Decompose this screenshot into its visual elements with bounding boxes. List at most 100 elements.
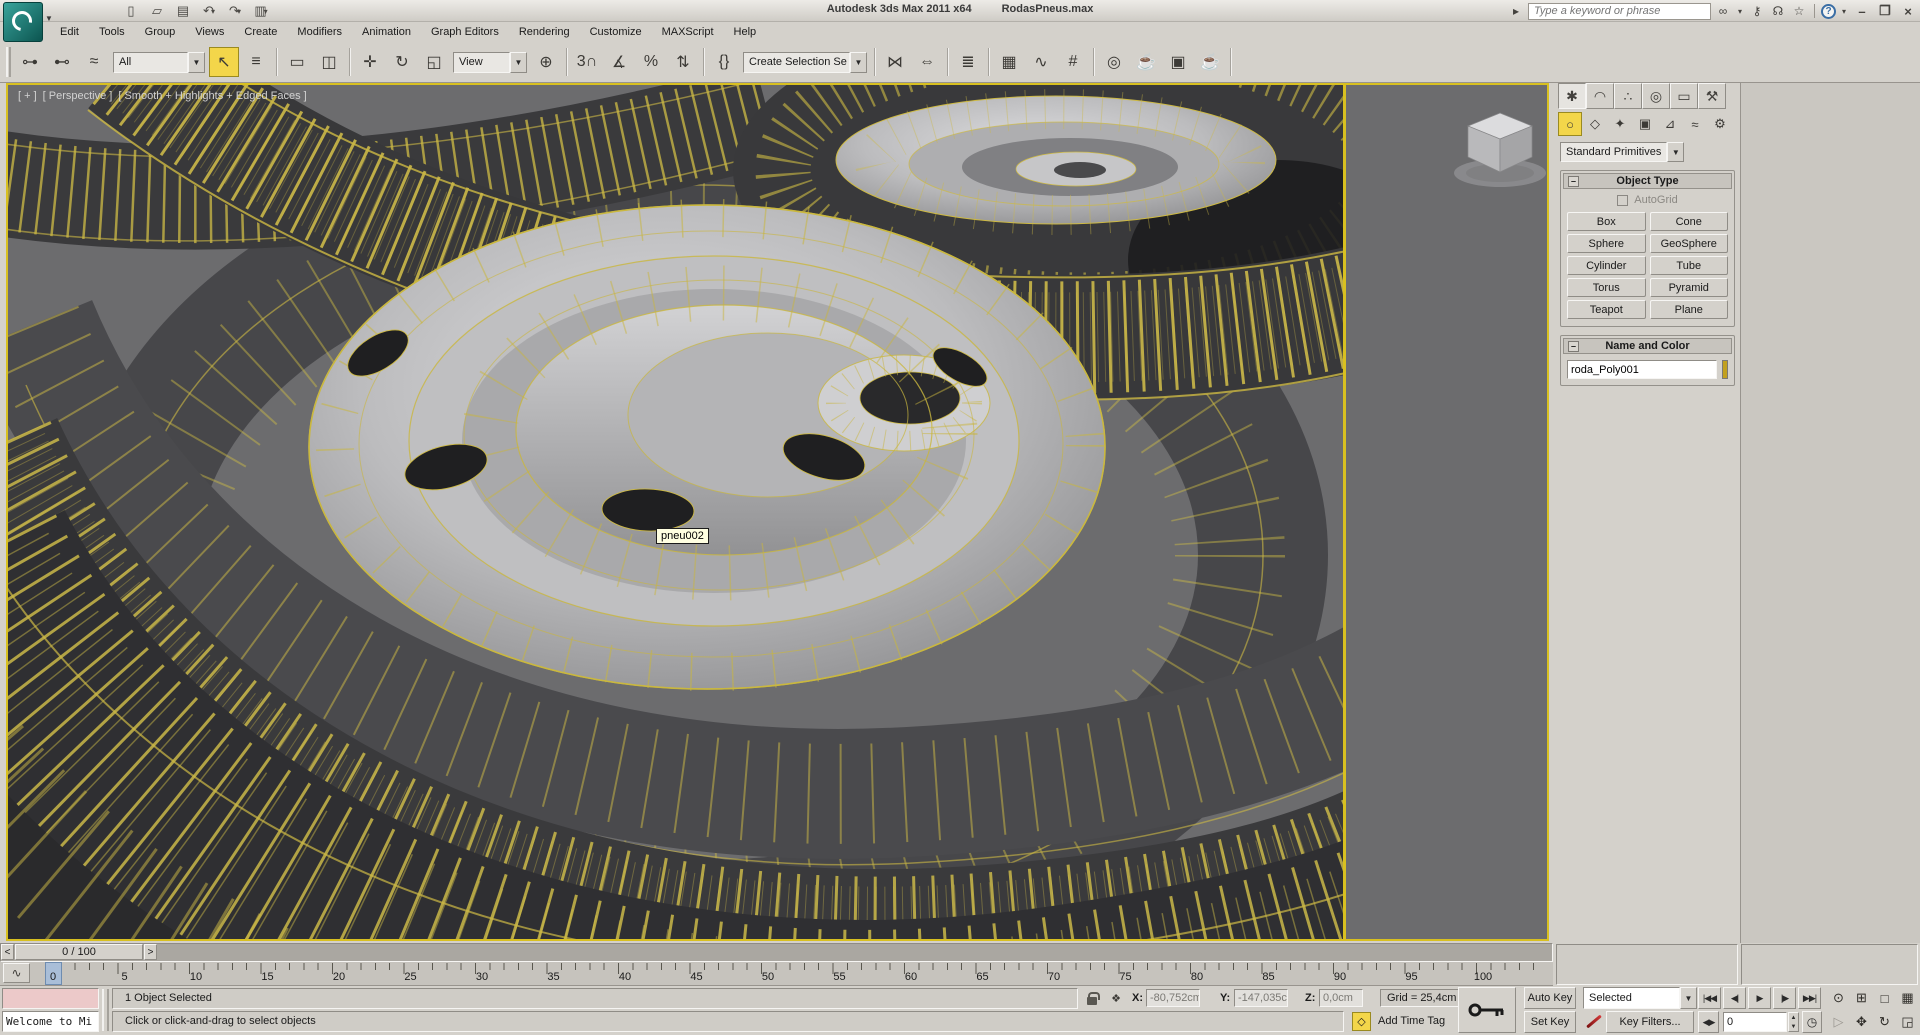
redo-icon[interactable]: ↷ ▾ (224, 1, 246, 21)
select-object-icon[interactable]: ↖ (209, 47, 239, 77)
search-caret-icon[interactable]: ▾ (1735, 2, 1745, 20)
tab-hierarchy[interactable]: ∴ (1614, 83, 1642, 109)
angle-snap-toggle-icon[interactable]: ∡ (604, 47, 634, 77)
snap-toggle-3d-icon[interactable]: 3∩ (572, 47, 602, 77)
logo-caret-icon[interactable]: ▼ (45, 14, 53, 23)
x-coordinate-field[interactable]: -80,752cm (1146, 989, 1200, 1007)
menu-item-animation[interactable]: Animation (352, 22, 421, 42)
curve-editor-icon[interactable]: ∿ (1026, 47, 1056, 77)
search-input[interactable] (1528, 2, 1711, 20)
tab-create[interactable]: ✱ (1558, 83, 1586, 109)
selection-set-dropdown[interactable]: Selected ▼ (1583, 987, 1697, 1009)
previous-frame-arrow[interactable]: < (1, 944, 14, 960)
minimize-button[interactable]: – (1852, 2, 1872, 20)
menu-item-create[interactable]: Create (234, 22, 287, 42)
render-setup-icon[interactable]: ☕ (1131, 47, 1161, 77)
select-and-rotate-icon[interactable]: ↻ (387, 47, 417, 77)
use-pivot-point-center-icon[interactable]: ⊕ (531, 47, 561, 77)
help-icon[interactable]: ? (1821, 3, 1836, 19)
previous-frame-button[interactable]: ◀| (1723, 987, 1746, 1009)
z-coordinate-field[interactable]: 0,0cm (1319, 989, 1363, 1007)
shapes-icon[interactable]: ◇ (1583, 112, 1607, 136)
object-type-rollout-header[interactable]: – Object Type (1563, 173, 1732, 189)
rendered-frame-window-icon[interactable]: ▣ (1163, 47, 1193, 77)
restore-button[interactable]: ❐ (1875, 2, 1895, 20)
tab-display[interactable]: ▭ (1670, 83, 1698, 109)
menu-item-rendering[interactable]: Rendering (509, 22, 580, 42)
set-key-button[interactable]: Set Key (1524, 1011, 1576, 1033)
key-mode-toggle-icon[interactable]: ◀▶ (1698, 1011, 1719, 1033)
box-button[interactable]: Box (1567, 212, 1646, 231)
plane-button[interactable]: Plane (1649, 300, 1728, 319)
menu-item-help[interactable]: Help (724, 22, 767, 42)
time-configuration-icon[interactable]: ◷ (1802, 1011, 1822, 1033)
help-caret-icon[interactable]: ▾ (1839, 2, 1849, 20)
select-and-move-icon[interactable]: ✛ (355, 47, 385, 77)
percent-snap-toggle-icon[interactable]: % (636, 47, 666, 77)
perspective-viewport[interactable]: [ + ] [ Perspective ] [ Smooth + Highlig… (6, 83, 1549, 941)
maxscript-listener-pink-line[interactable] (2, 988, 99, 1009)
menu-item-tools[interactable]: Tools (89, 22, 135, 42)
unlink-selection-icon[interactable]: ⊷ (47, 47, 77, 77)
cameras-icon[interactable]: ▣ (1633, 112, 1657, 136)
undo-icon[interactable]: ↶ ▾ (198, 1, 220, 21)
systems-icon[interactable]: ⚙ (1708, 112, 1732, 136)
collapse-icon[interactable]: – (1568, 340, 1579, 352)
listener-splitter[interactable] (102, 989, 109, 1031)
object-name-field[interactable] (1567, 360, 1717, 379)
time-slider-handle[interactable]: 0 / 100 (15, 944, 143, 960)
application-logo-button[interactable] (3, 2, 43, 42)
caret-icon[interactable]: ▾ (211, 7, 215, 16)
search-binoculars-icon[interactable]: ∞ (1714, 2, 1732, 20)
zoom-extents-icon[interactable]: □ (1874, 987, 1895, 1009)
torus-button[interactable]: Torus (1567, 278, 1646, 297)
save-file-icon[interactable]: ▤ (172, 1, 194, 21)
select-by-name-icon[interactable]: ≡ (241, 47, 271, 77)
chevron-down-icon[interactable]: ▼ (188, 51, 205, 73)
menu-item-graph-editors[interactable]: Graph Editors (421, 22, 509, 42)
new-file-icon[interactable]: ▯ (120, 1, 142, 21)
viewport-menu-pov[interactable]: [ Perspective ] (43, 90, 113, 102)
mini-curve-editor-icon[interactable]: ∿ (3, 963, 30, 983)
align-icon[interactable]: ⇔ (912, 47, 942, 77)
autogrid-checkbox[interactable] (1617, 194, 1629, 206)
graphite-ribbon-toggle-icon[interactable]: ▦ (994, 47, 1024, 77)
menu-item-edit[interactable]: Edit (50, 22, 89, 42)
select-and-scale-icon[interactable]: ◱ (419, 47, 449, 77)
absolute-offset-toggle-icon[interactable]: ❖ (1106, 989, 1126, 1008)
schematic-view-icon[interactable]: # (1058, 47, 1088, 77)
infocenter-arrow-icon[interactable]: ▸ (1507, 2, 1525, 20)
cylinder-button[interactable]: Cylinder (1567, 256, 1646, 275)
tab-modify[interactable]: ◠ (1586, 83, 1614, 109)
toolbar-grip[interactable] (6, 47, 11, 77)
collapse-icon[interactable]: – (1568, 175, 1579, 187)
lights-icon[interactable]: ✦ (1608, 112, 1632, 136)
caret-icon[interactable]: ▾ (237, 7, 241, 16)
geometry-icon[interactable]: ○ (1558, 112, 1582, 136)
zoom-all-icon[interactable]: ⊞ (1851, 987, 1872, 1009)
open-file-icon[interactable]: ▱ (146, 1, 168, 21)
caret-icon[interactable]: ▾ (264, 7, 268, 16)
primitive-category-dropdown[interactable]: Standard Primitives ▼ (1560, 142, 1685, 162)
favorites-star-icon[interactable]: ☆ (1790, 2, 1808, 20)
tube-button[interactable]: Tube (1649, 256, 1728, 275)
selection-lock-icon[interactable] (1082, 989, 1102, 1008)
layer-manager-icon[interactable]: ≣ (953, 47, 983, 77)
current-frame-field[interactable]: 0 (1723, 1012, 1787, 1032)
window-crossing-toggle-icon[interactable]: ◫ (314, 47, 344, 77)
next-frame-arrow[interactable]: > (144, 944, 157, 960)
chevron-down-icon[interactable]: ▼ (1667, 142, 1685, 162)
menu-item-customize[interactable]: Customize (580, 22, 652, 42)
track-bar[interactable]: 0 5 10 15 20 25 30 35 40 45 50 55 60 65 70 75 80 85 90 95 10… (0, 962, 1553, 986)
menu-item-views[interactable]: Views (185, 22, 234, 42)
go-to-end-button[interactable]: ▶▶| (1798, 987, 1821, 1009)
next-frame-button[interactable]: |▶ (1773, 987, 1796, 1009)
chevron-down-icon[interactable]: ▼ (850, 51, 867, 73)
maxscript-listener-white-line[interactable]: Welcome to Mi (2, 1011, 99, 1032)
bind-to-space-warp-icon[interactable]: ≈ (79, 47, 109, 77)
zoom-extents-all-icon[interactable]: ▦ (1897, 987, 1918, 1009)
cone-button[interactable]: Cone (1649, 212, 1728, 231)
new-key-icon[interactable] (1582, 1011, 1604, 1033)
play-button[interactable]: ▶ (1748, 987, 1771, 1009)
key-filters-button[interactable]: Key Filters... (1606, 1011, 1694, 1033)
